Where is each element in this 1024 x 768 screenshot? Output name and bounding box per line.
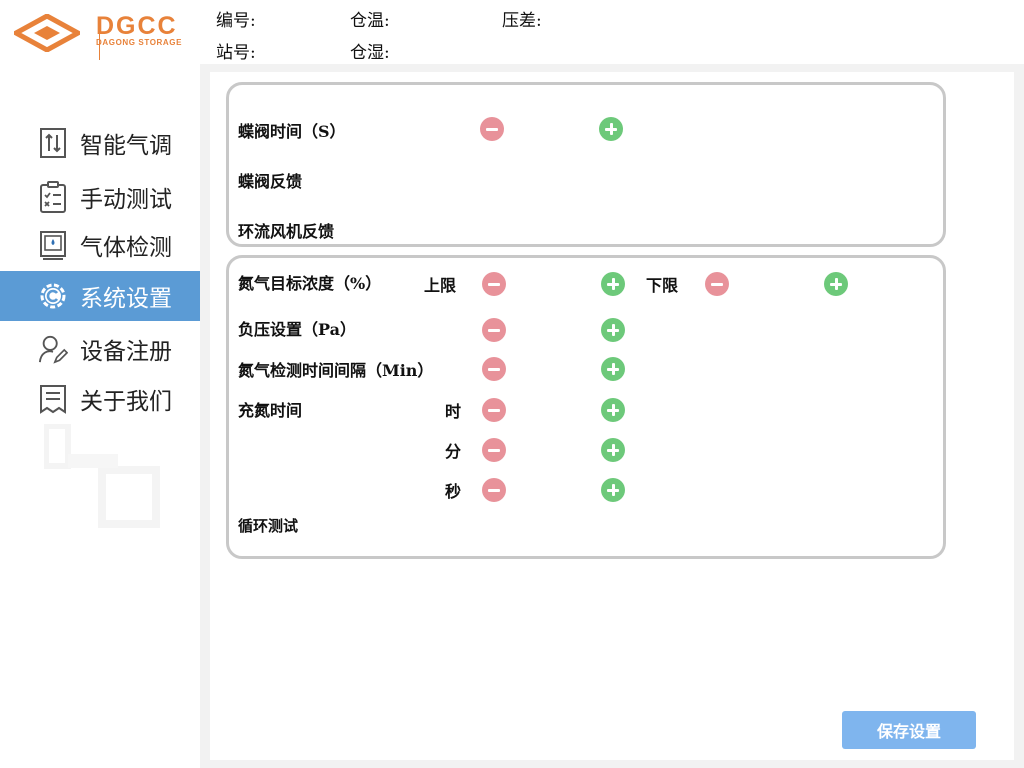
save-settings-button[interactable]: 保存设置	[842, 711, 976, 749]
fan-feedback-label: 环流风机反馈	[238, 222, 335, 241]
warehouse-temp-label: 仓温:	[350, 11, 390, 31]
butterfly-feedback-label: 蝶阀反馈	[238, 172, 303, 191]
user-register-icon	[38, 332, 68, 366]
sidebar-item-label: 设备注册	[80, 339, 172, 365]
butterfly-time-increase-button[interactable]	[599, 117, 623, 141]
settings-main: 蝶阀时间（S） 蝶阀反馈 环流风机反馈 氮气目标浓度（%） 上限 下限 负压设置…	[210, 72, 1014, 760]
site-number-label: 站号:	[216, 43, 256, 63]
lower-limit-increase-button[interactable]	[824, 272, 848, 296]
sidebar-item-label: 智能气调	[80, 133, 172, 159]
fill-second-decrease-button[interactable]	[482, 478, 506, 502]
detect-interval-decrease-button[interactable]	[482, 357, 506, 381]
pressure-diff-label: 压差:	[502, 11, 542, 31]
fill-hour-label: 时	[445, 402, 462, 421]
negative-pressure-decrease-button[interactable]	[482, 318, 506, 342]
sidebar-item-system-settings[interactable]: 系统设置	[0, 271, 200, 321]
sidebar-item-about-us[interactable]: 关于我们	[0, 374, 200, 424]
negative-pressure-increase-button[interactable]	[601, 318, 625, 342]
document-icon	[38, 382, 68, 416]
sidebar-item-smart-air[interactable]: 智能气调	[0, 118, 200, 168]
sidebar-item-label: 关于我们	[80, 389, 172, 415]
gas-monitor-icon	[38, 228, 68, 262]
brand-subtitle: DAGONG STORAGE	[96, 38, 183, 47]
negative-pressure-label: 负压设置（Pa）	[238, 320, 356, 339]
fill-time-label: 充氮时间	[238, 401, 303, 420]
sidebar-item-label: 气体检测	[80, 235, 172, 261]
valve-settings-panel: 蝶阀时间（S） 蝶阀反馈 环流风机反馈	[226, 82, 946, 247]
butterfly-time-decrease-button[interactable]	[480, 117, 504, 141]
brand-logo: DGCC DAGONG STORAGE	[14, 12, 199, 60]
logo-mark-icon	[14, 14, 80, 52]
sidebar-item-label: 手动测试	[80, 187, 172, 213]
fill-second-increase-button[interactable]	[601, 478, 625, 502]
detect-interval-label: 氮气检测时间间隔（Min）	[238, 361, 434, 380]
lower-limit-label: 下限	[646, 276, 679, 295]
lower-limit-decrease-button[interactable]	[705, 272, 729, 296]
sidebar: 智能气调 手动测试 气体检测 系统设置 设备注册 关于我们	[0, 64, 200, 768]
station-number-label: 编号:	[216, 11, 256, 31]
sidebar-item-manual-test[interactable]: 手动测试	[0, 172, 200, 222]
nitrogen-target-label: 氮气目标浓度（%）	[238, 274, 382, 293]
fill-second-label: 秒	[445, 482, 462, 501]
top-header: DGCC DAGONG STORAGE 编号: 仓温: 压差: 站号: 仓湿:	[0, 0, 1024, 64]
upper-limit-decrease-button[interactable]	[482, 272, 506, 296]
brand-name: DGCC	[96, 12, 178, 40]
butterfly-time-label: 蝶阀时间（S）	[238, 122, 346, 141]
gear-icon	[38, 279, 68, 313]
decorative-pattern-icon	[44, 424, 160, 528]
fill-minute-decrease-button[interactable]	[482, 438, 506, 462]
checklist-icon	[38, 180, 68, 214]
fill-hour-decrease-button[interactable]	[482, 398, 506, 422]
fill-minute-label: 分	[445, 442, 462, 461]
fill-hour-increase-button[interactable]	[601, 398, 625, 422]
sidebar-item-device-register[interactable]: 设备注册	[0, 324, 200, 374]
upper-limit-increase-button[interactable]	[601, 272, 625, 296]
cycle-test-label: 循环测试	[238, 517, 299, 535]
sidebar-item-label: 系统设置	[80, 286, 172, 312]
upper-limit-label: 上限	[424, 276, 457, 295]
fill-minute-increase-button[interactable]	[601, 438, 625, 462]
air-adjust-icon	[38, 126, 68, 160]
sidebar-item-gas-detect[interactable]: 气体检测	[0, 220, 200, 270]
warehouse-humidity-label: 仓湿:	[350, 43, 390, 63]
detect-interval-increase-button[interactable]	[601, 357, 625, 381]
nitrogen-settings-panel: 氮气目标浓度（%） 上限 下限 负压设置（Pa） 氮气检测时间间隔（Min） 充…	[226, 255, 946, 559]
